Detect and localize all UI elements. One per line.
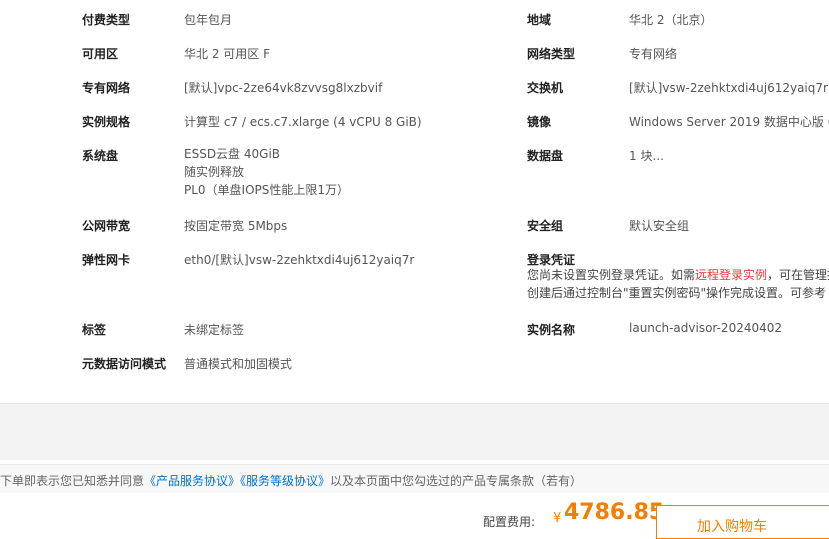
system-disk-type: ESSD云盘 40GiB [184, 147, 281, 161]
remote-login-link[interactable]: 远程登录实例 [695, 268, 767, 282]
image-label: 镜像 [527, 115, 552, 129]
region-value: 华北 2（北京） [629, 13, 713, 27]
service-level-agreement-link[interactable]: 《服务等级协议》 [240, 474, 330, 488]
product-service-agreement-link[interactable]: 《产品服务协议》 [144, 474, 240, 488]
login-notice-line-1: 您尚未设置实例登录凭证。如需远程登录实例，可在管理控制台 [527, 268, 829, 282]
system-disk-value: ESSD云盘 40GiB 随实例释放 PL0（单盘IOPS性能上限1万） [184, 145, 349, 199]
data-disk-label: 数据盘 [527, 149, 564, 163]
security-group-value: 默认安全组 [629, 219, 690, 233]
login-notice-line-2: 创建后通过控制台"重置实例密码"操作完成设置。可参考 如 [527, 286, 829, 300]
zone-label: 可用区 [82, 47, 119, 61]
zone-value: 华北 2 可用区 F [184, 47, 270, 61]
vpc-value: [默认]vpc-2ze64vk8zvvsg8lxzbvif [184, 81, 383, 95]
instance-spec-value: 计算型 c7 / ecs.c7.xlarge (4 vCPU 8 GiB) [184, 115, 422, 129]
vswitch-value: [默认]vsw-2zehktxdi4uj612yaiq7r [629, 81, 828, 95]
network-type-value: 专有网络 [629, 47, 678, 61]
login-credential-notice: 您尚未设置实例登录凭证。如需远程登录实例，可在管理控制台 创建后通过控制台"重置… [527, 266, 829, 302]
bandwidth-value: 按固定带宽 5Mbps [184, 219, 288, 233]
metadata-access-value: 普通模式和加固模式 [184, 357, 293, 371]
add-to-cart-button[interactable]: 加入购物车 [656, 505, 829, 539]
network-type-label: 网络类型 [527, 47, 576, 61]
instance-spec-label: 实例规格 [82, 115, 131, 129]
data-disk-value: 1 块... [629, 149, 664, 163]
system-disk-label: 系统盘 [82, 149, 119, 163]
image-value: Windows Server 2019 数据中心版 64位 [629, 115, 829, 129]
section-divider-band [0, 403, 829, 460]
instance-name-value: launch-advisor-20240402 [629, 321, 783, 335]
billing-type-label: 付费类型 [82, 13, 131, 27]
agreement-text: 下单即表示您已知悉并同意《产品服务协议》《服务等级协议》以及本页面中您勾选过的产… [0, 474, 583, 488]
region-label: 地域 [527, 13, 552, 27]
billing-type-value: 包年包月 [184, 13, 233, 27]
tags-value: 未绑定标签 [184, 323, 245, 337]
eni-value: eth0/[默认]vsw-2zehktxdi4uj612yaiq7r [184, 253, 415, 267]
config-fee-label: 配置费用: [483, 515, 536, 529]
agreement-bar: 下单即表示您已知悉并同意《产品服务协议》《服务等级协议》以及本页面中您勾选过的产… [0, 464, 829, 494]
eni-label: 弹性网卡 [82, 253, 131, 267]
security-group-label: 安全组 [527, 219, 564, 233]
config-fee-amount: 4786.85 [564, 500, 665, 525]
vswitch-label: 交换机 [527, 81, 564, 95]
vpc-label: 专有网络 [82, 81, 131, 95]
metadata-access-label: 元数据访问模式 [82, 357, 167, 371]
system-disk-release: 随实例释放 [184, 165, 245, 179]
currency-symbol: ¥ [553, 511, 562, 526]
tags-label: 标签 [82, 323, 107, 337]
order-summary-panel: 付费类型 包年包月 地域 华北 2（北京） 可用区 华北 2 可用区 F 网络类… [0, 0, 829, 403]
system-disk-performance: PL0（单盘IOPS性能上限1万） [184, 183, 350, 197]
checkout-footer: 配置费用: ¥ 4786.85 加入购物车 [0, 493, 829, 539]
bandwidth-label: 公网带宽 [82, 219, 131, 233]
instance-name-label: 实例名称 [527, 323, 576, 337]
